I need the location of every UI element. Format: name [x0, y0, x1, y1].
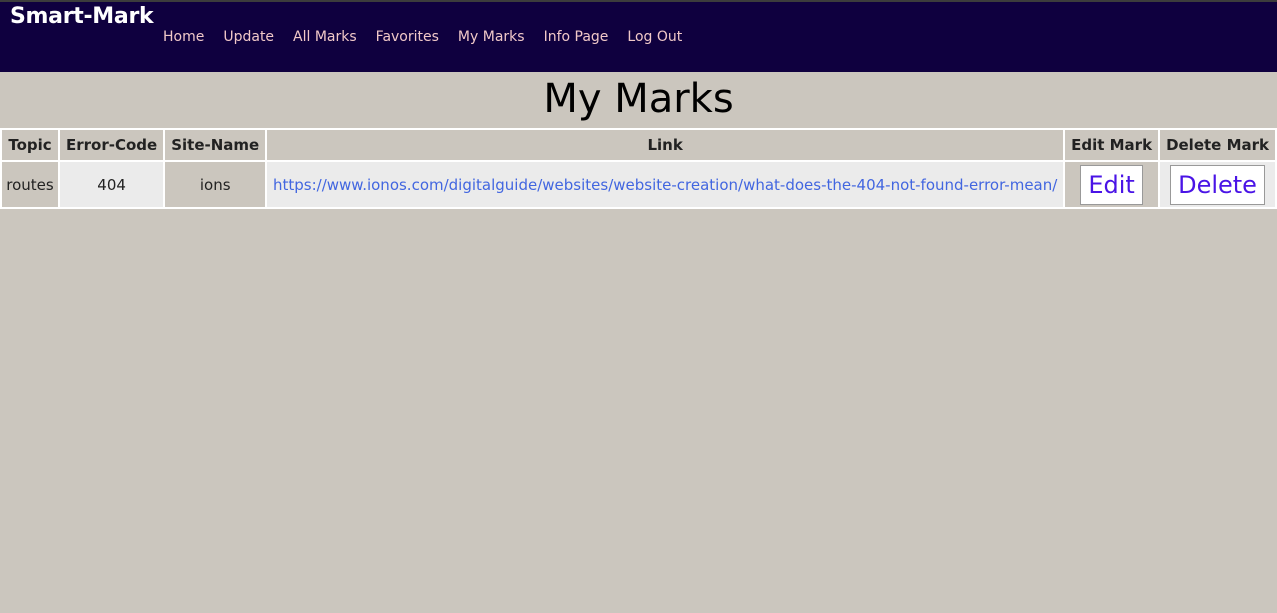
table-row: routes 404 ions https://www.ionos.com/di… — [0, 160, 1277, 209]
table-header-row: Topic Error-Code Site-Name Link Edit Mar… — [0, 128, 1277, 162]
edit-button[interactable]: Edit — [1080, 164, 1143, 205]
header-edit-mark: Edit Mark — [1063, 128, 1161, 162]
page-title: My Marks — [543, 76, 734, 122]
header-link: Link — [265, 128, 1066, 162]
header-error-code: Error-Code — [57, 128, 166, 162]
header-topic: Topic — [0, 128, 60, 162]
cell-link: https://www.ionos.com/digitalguide/websi… — [265, 160, 1066, 209]
cell-error-code: 404 — [57, 160, 166, 209]
nav-favorites-link[interactable]: Favorites — [376, 29, 439, 45]
nav-home-link[interactable]: Home — [163, 29, 204, 45]
nav-all-marks-link[interactable]: All Marks — [293, 29, 357, 45]
cell-topic: routes — [0, 160, 60, 209]
cell-site-name: ions — [163, 160, 268, 209]
delete-button[interactable]: Delete — [1170, 164, 1265, 205]
header-delete-mark: Delete Mark — [1158, 128, 1277, 162]
marks-table: Topic Error-Code Site-Name Link Edit Mar… — [0, 128, 1277, 209]
nav-my-marks-link[interactable]: My Marks — [458, 29, 525, 45]
cell-edit: Edit — [1063, 160, 1161, 209]
cell-delete: Delete — [1158, 160, 1277, 209]
nav-log-out-link[interactable]: Log Out — [627, 29, 682, 45]
main-nav: Home Update All Marks Favorites My Marks… — [163, 29, 701, 45]
top-navbar: Smart-Mark Home Update All Marks Favorit… — [0, 0, 1277, 72]
mark-link[interactable]: https://www.ionos.com/digitalguide/websi… — [273, 176, 1057, 194]
nav-info-page-link[interactable]: Info Page — [544, 29, 609, 45]
brand-logo-text[interactable]: Smart-Mark — [10, 4, 154, 29]
header-site-name: Site-Name — [163, 128, 268, 162]
nav-update-link[interactable]: Update — [223, 29, 274, 45]
